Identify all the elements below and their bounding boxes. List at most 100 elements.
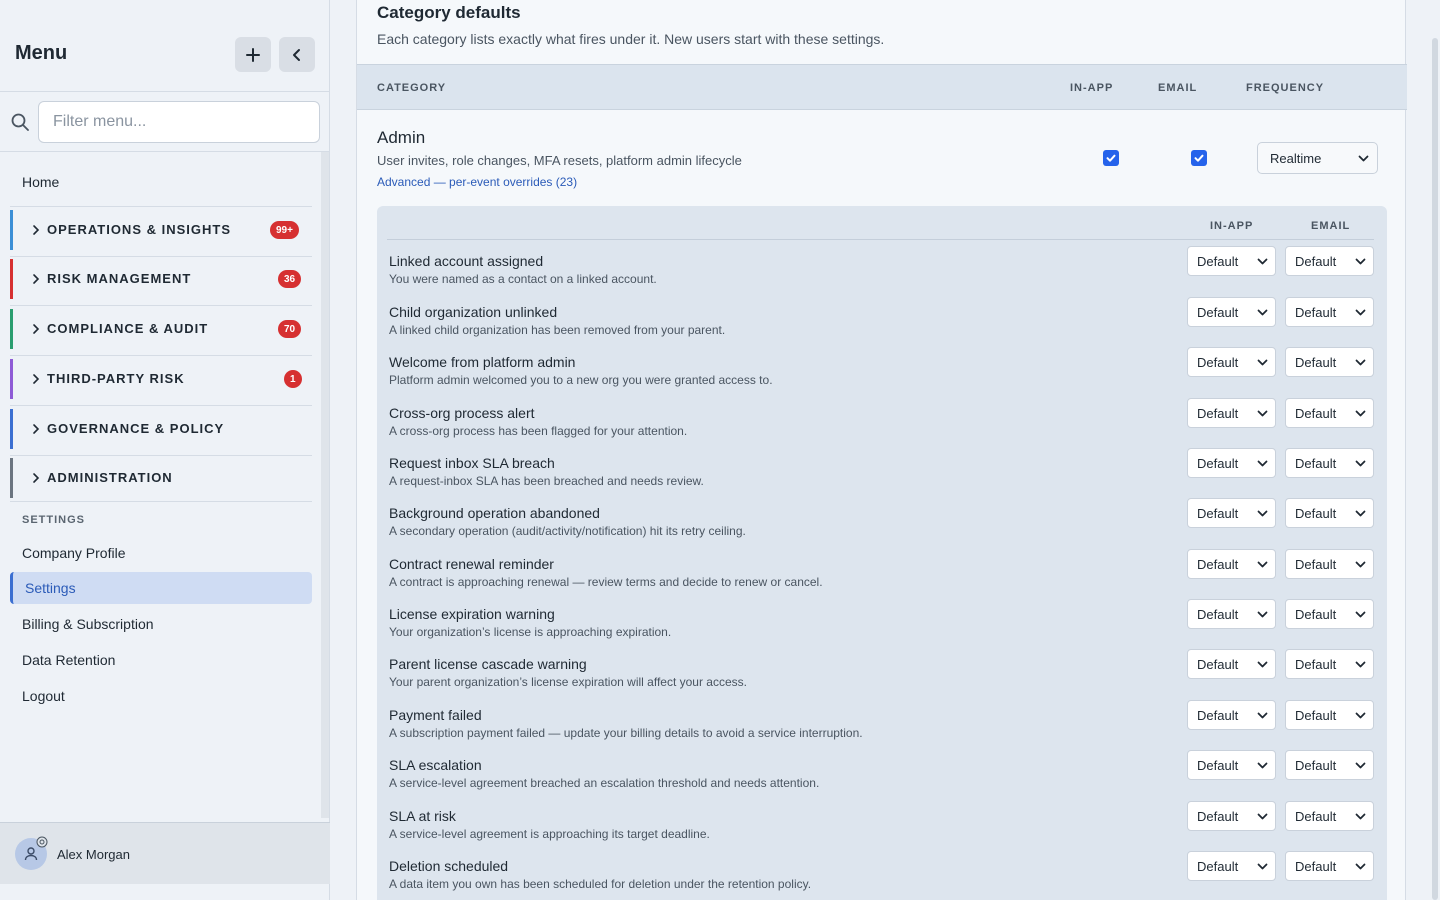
event-title: Welcome from platform admin bbox=[389, 354, 576, 370]
chevron-down-icon bbox=[1355, 410, 1366, 417]
in-app-select[interactable]: Default bbox=[1187, 246, 1276, 276]
count-badge: 99+ bbox=[270, 221, 299, 239]
email-select[interactable]: Default bbox=[1285, 750, 1374, 780]
in-app-select[interactable]: Default bbox=[1187, 347, 1276, 377]
nav-group-label: COMPLIANCE & AUDIT bbox=[47, 321, 209, 336]
frequency-select[interactable]: Realtime bbox=[1257, 142, 1378, 174]
event-title: Contract renewal reminder bbox=[389, 556, 554, 572]
page-scrollbar-thumb[interactable] bbox=[1432, 38, 1438, 900]
event-description: Your parent organization’s license expir… bbox=[389, 675, 747, 689]
in-app-select[interactable]: Default bbox=[1187, 851, 1276, 881]
chevron-right-icon bbox=[33, 225, 40, 235]
email-checkbox[interactable] bbox=[1191, 150, 1207, 166]
chevron-down-icon bbox=[1257, 410, 1268, 417]
chevron-right-icon bbox=[33, 424, 40, 434]
nav-company-profile[interactable]: Company Profile bbox=[22, 545, 126, 561]
nav-data-retention[interactable]: Data Retention bbox=[22, 652, 115, 668]
chevron-right-icon bbox=[33, 324, 40, 334]
page-scrollbar[interactable] bbox=[1432, 38, 1440, 900]
nav-group-label: RISK MANAGEMENT bbox=[47, 271, 192, 286]
event-row: SLA escalation A service-level agreement… bbox=[389, 750, 1379, 807]
nav-home[interactable]: Home bbox=[22, 174, 59, 190]
chevron-down-icon bbox=[1355, 561, 1366, 568]
event-title: Parent license cascade warning bbox=[389, 656, 587, 672]
in-app-select[interactable]: Default bbox=[1187, 297, 1276, 327]
nav-settings[interactable]: Settings bbox=[10, 572, 312, 604]
count-badge: 1 bbox=[284, 370, 302, 388]
event-title: Child organization unlinked bbox=[389, 304, 558, 320]
event-description: You were named as a contact on a linked … bbox=[389, 272, 657, 286]
email-select[interactable]: Default bbox=[1285, 498, 1374, 528]
select-value: Default bbox=[1295, 708, 1337, 723]
email-select[interactable]: Default bbox=[1285, 297, 1374, 327]
nav-group-administration[interactable]: ADMINISTRATION bbox=[10, 458, 312, 498]
filter-menu-input[interactable] bbox=[38, 101, 320, 143]
in-app-select[interactable]: Default bbox=[1187, 750, 1276, 780]
select-value: Default bbox=[1197, 355, 1239, 370]
event-title: SLA escalation bbox=[389, 757, 482, 773]
email-select[interactable]: Default bbox=[1285, 851, 1374, 881]
chevron-right-icon bbox=[33, 473, 40, 483]
nav-group-operations-insights[interactable]: OPERATIONS & INSIGHTS 99+ bbox=[10, 210, 312, 250]
chevron-down-icon bbox=[1257, 460, 1268, 467]
count-badge: 70 bbox=[278, 320, 302, 338]
sidebar-scrollbar[interactable] bbox=[321, 152, 329, 818]
category-description: User invites, role changes, MFA resets, … bbox=[377, 153, 742, 168]
chevron-down-icon bbox=[1257, 359, 1268, 366]
select-value: Default bbox=[1197, 406, 1239, 421]
nav-settings-label: Settings bbox=[25, 580, 76, 596]
email-select[interactable]: Default bbox=[1285, 398, 1374, 428]
event-title: Background operation abandoned bbox=[389, 505, 600, 521]
nav-logout[interactable]: Logout bbox=[22, 688, 65, 704]
select-value: Default bbox=[1295, 254, 1337, 269]
in-app-select[interactable]: Default bbox=[1187, 398, 1276, 428]
nav-group-risk-management[interactable]: RISK MANAGEMENT 36 bbox=[10, 259, 312, 299]
email-select[interactable]: Default bbox=[1285, 599, 1374, 629]
in-app-select[interactable]: Default bbox=[1187, 599, 1276, 629]
nav-group-third-party-risk[interactable]: THIRD-PARTY RISK 1 bbox=[10, 359, 312, 399]
chevron-down-icon bbox=[1355, 661, 1366, 668]
divider bbox=[10, 355, 312, 356]
nav-group-label: OPERATIONS & INSIGHTS bbox=[47, 222, 231, 237]
nav-billing-subscription[interactable]: Billing & Subscription bbox=[22, 616, 154, 632]
user-profile-bar[interactable]: Alex Morgan bbox=[0, 822, 330, 884]
in-app-select[interactable]: Default bbox=[1187, 649, 1276, 679]
nav-group-compliance-audit[interactable]: COMPLIANCE & AUDIT 70 bbox=[10, 309, 312, 349]
in-app-checkbox[interactable] bbox=[1103, 150, 1119, 166]
in-app-select[interactable]: Default bbox=[1187, 549, 1276, 579]
select-value: Default bbox=[1197, 809, 1239, 824]
per-event-overrides-panel: IN-APP EMAIL Linked account assigned You… bbox=[377, 206, 1387, 900]
nav-group-governance-policy[interactable]: GOVERNANCE & POLICY bbox=[10, 409, 312, 449]
email-select[interactable]: Default bbox=[1285, 347, 1374, 377]
select-value: Default bbox=[1295, 657, 1337, 672]
chevron-down-icon bbox=[1257, 863, 1268, 870]
chevron-down-icon bbox=[1355, 258, 1366, 265]
select-value: Default bbox=[1295, 809, 1337, 824]
event-description: A data item you own has been scheduled f… bbox=[389, 877, 812, 891]
select-value: Default bbox=[1295, 305, 1337, 320]
chevron-down-icon bbox=[1257, 712, 1268, 719]
chevron-down-icon bbox=[1358, 155, 1369, 162]
chevron-down-icon bbox=[1257, 611, 1268, 618]
in-app-select[interactable]: Default bbox=[1187, 448, 1276, 478]
user-icon bbox=[24, 847, 38, 861]
in-app-select[interactable]: Default bbox=[1187, 700, 1276, 730]
chevron-down-icon bbox=[1257, 561, 1268, 568]
email-select[interactable]: Default bbox=[1285, 801, 1374, 831]
email-select[interactable]: Default bbox=[1285, 448, 1374, 478]
select-value: Default bbox=[1295, 758, 1337, 773]
nav-group-label: THIRD-PARTY RISK bbox=[47, 371, 185, 386]
in-app-select[interactable]: Default bbox=[1187, 801, 1276, 831]
event-description: A subscription payment failed — update y… bbox=[389, 726, 863, 740]
email-select[interactable]: Default bbox=[1285, 700, 1374, 730]
advanced-overrides-link[interactable]: Advanced — per-event overrides (23) bbox=[377, 175, 577, 189]
panel-column-in-app: IN-APP bbox=[1210, 220, 1254, 232]
plus-icon bbox=[246, 47, 260, 62]
collapse-sidebar-button[interactable] bbox=[279, 37, 315, 72]
add-button[interactable] bbox=[235, 37, 271, 72]
event-description: A cross-org process has been flagged for… bbox=[389, 424, 688, 438]
email-select[interactable]: Default bbox=[1285, 649, 1374, 679]
email-select[interactable]: Default bbox=[1285, 246, 1374, 276]
email-select[interactable]: Default bbox=[1285, 549, 1374, 579]
in-app-select[interactable]: Default bbox=[1187, 498, 1276, 528]
